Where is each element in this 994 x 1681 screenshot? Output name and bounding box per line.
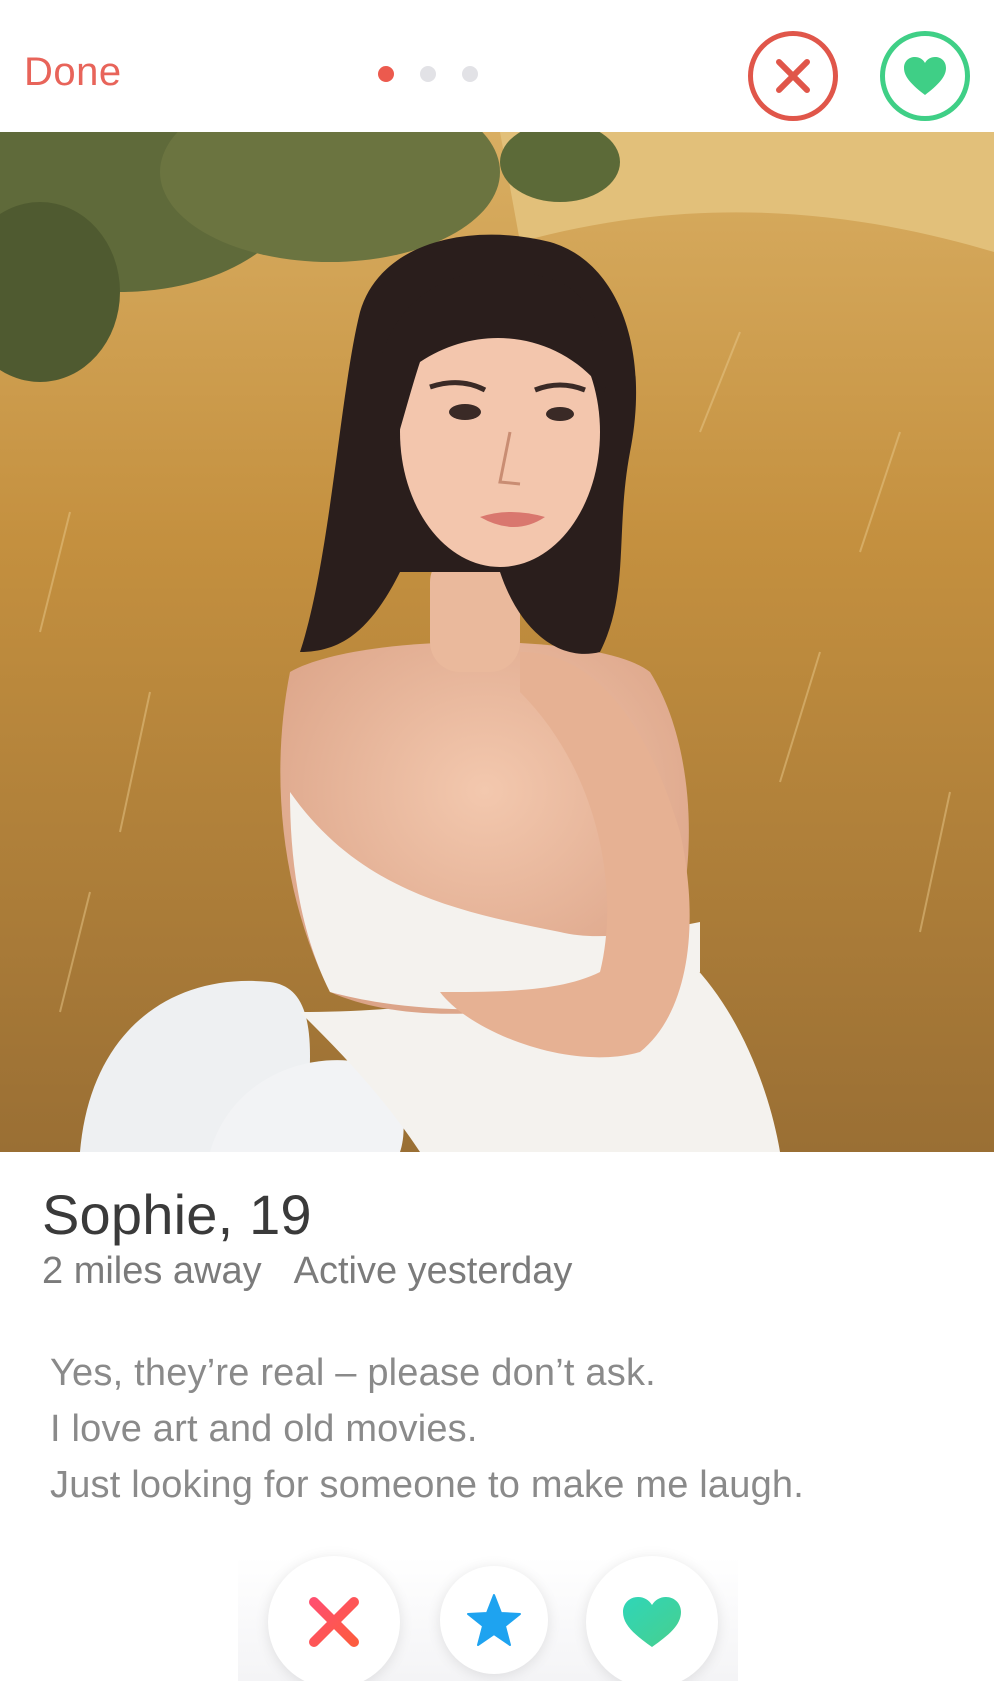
- pager-dot-2[interactable]: [420, 66, 436, 82]
- star-icon: [467, 1594, 521, 1646]
- close-icon: [776, 59, 810, 93]
- close-icon: [309, 1597, 359, 1647]
- profile-name-age: Sophie, 19: [42, 1183, 312, 1246]
- pager-dot-3[interactable]: [462, 66, 478, 82]
- header-pass-button[interactable]: [748, 31, 838, 121]
- profile-screen: Done Sophie, 19 2 miles away Active yest…: [0, 0, 994, 1681]
- like-button[interactable]: [586, 1556, 718, 1681]
- pager-dot-1[interactable]: [378, 66, 394, 82]
- top-bar: Done: [0, 0, 994, 132]
- profile-photo[interactable]: [0, 132, 994, 1152]
- photo-pager: [378, 66, 478, 82]
- super-like-button[interactable]: [440, 1566, 548, 1674]
- bio-line: Just looking for someone to make me laug…: [50, 1464, 805, 1506]
- profile-bio: Yes, they’re real – please don’t ask. I …: [50, 1345, 804, 1513]
- heart-icon: [904, 57, 946, 95]
- photo-illustration: [0, 132, 994, 1152]
- bio-line: Yes, they’re real – please don’t ask.: [50, 1352, 656, 1394]
- header-like-button[interactable]: [880, 31, 970, 121]
- profile-meta: 2 miles away Active yesterday: [42, 1250, 572, 1293]
- pass-button[interactable]: [268, 1556, 400, 1681]
- done-button[interactable]: Done: [24, 50, 122, 95]
- activity-status: Active yesterday: [293, 1250, 573, 1292]
- bio-line: I love art and old movies.: [50, 1408, 478, 1450]
- heart-icon: [623, 1597, 681, 1647]
- distance-text: 2 miles away: [42, 1250, 262, 1292]
